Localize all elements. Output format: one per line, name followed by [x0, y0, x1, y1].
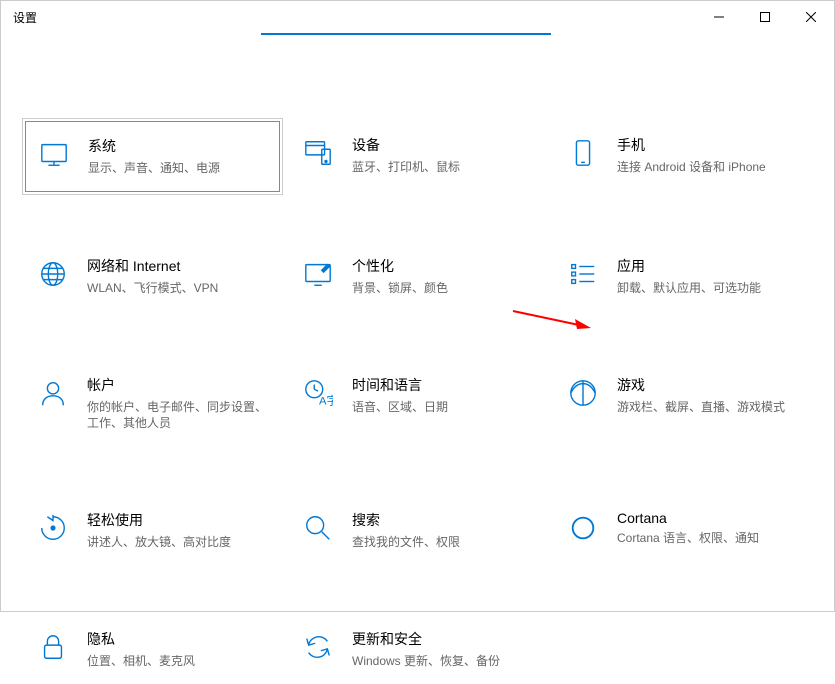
- category-privacy[interactable]: 隐私 位置、相机、麦克风: [25, 615, 280, 684]
- category-title: 轻松使用: [87, 510, 231, 530]
- category-title: 手机: [617, 135, 766, 155]
- category-desc: 查找我的文件、权限: [352, 534, 460, 551]
- category-title: 搜索: [352, 510, 460, 530]
- maximize-button[interactable]: [742, 1, 788, 33]
- category-accounts[interactable]: 帐户 你的帐户、电子邮件、同步设置、工作、其他人员: [25, 361, 280, 447]
- ease-of-access-icon: [37, 512, 69, 544]
- category-desc: 连接 Android 设备和 iPhone: [617, 159, 766, 176]
- category-time-language[interactable]: A字 时间和语言 语音、区域、日期: [290, 361, 545, 447]
- category-desc: 蓝牙、打印机、鼠标: [352, 159, 460, 176]
- category-grid: 系统 显示、声音、通知、电源 设备 蓝牙、打印机、鼠标 手机 连接 Androi…: [25, 121, 810, 684]
- category-title: 帐户: [87, 375, 268, 395]
- category-title: 隐私: [87, 629, 195, 649]
- privacy-icon: [37, 631, 69, 663]
- apps-icon: [567, 258, 599, 290]
- category-personalization[interactable]: 个性化 背景、锁屏、颜色: [290, 242, 545, 311]
- category-title: 网络和 Internet: [87, 256, 218, 276]
- category-title: 时间和语言: [352, 375, 448, 395]
- category-title: 更新和安全: [352, 629, 500, 649]
- category-desc: 你的帐户、电子邮件、同步设置、工作、其他人员: [87, 399, 268, 433]
- category-desc: 卸载、默认应用、可选功能: [617, 280, 761, 297]
- category-desc: 位置、相机、麦克风: [87, 653, 195, 670]
- category-devices[interactable]: 设备 蓝牙、打印机、鼠标: [290, 121, 545, 192]
- category-title: 系统: [88, 136, 220, 156]
- category-desc: Cortana 语言、权限、通知: [617, 530, 759, 547]
- category-search[interactable]: 搜索 查找我的文件、权限: [290, 496, 545, 565]
- system-icon: [38, 138, 70, 170]
- category-desc: 背景、锁屏、颜色: [352, 280, 448, 297]
- gaming-icon: [567, 377, 599, 409]
- category-update-security[interactable]: 更新和安全 Windows 更新、恢复、备份: [290, 615, 545, 684]
- phone-icon: [567, 137, 599, 169]
- cortana-icon: [567, 512, 599, 544]
- category-title: 应用: [617, 256, 761, 276]
- minimize-button[interactable]: [696, 1, 742, 33]
- search-icon: [302, 512, 334, 544]
- category-desc: 游戏栏、截屏、直播、游戏模式: [617, 399, 785, 416]
- category-apps[interactable]: 应用 卸载、默认应用、可选功能: [555, 242, 810, 311]
- time-language-icon: A字: [302, 377, 334, 409]
- devices-icon: [302, 137, 334, 169]
- category-desc: 讲述人、放大镜、高对比度: [87, 534, 231, 551]
- category-desc: WLAN、飞行模式、VPN: [87, 280, 218, 297]
- accounts-icon: [37, 377, 69, 409]
- svg-text:A字: A字: [319, 393, 333, 407]
- update-security-icon: [302, 631, 334, 663]
- titlebar: 设置: [1, 1, 834, 33]
- category-cortana[interactable]: Cortana Cortana 语言、权限、通知: [555, 496, 810, 565]
- category-gaming[interactable]: 游戏 游戏栏、截屏、直播、游戏模式: [555, 361, 810, 447]
- category-system[interactable]: 系统 显示、声音、通知、电源: [25, 121, 280, 192]
- category-title: 游戏: [617, 375, 785, 395]
- category-title: 设备: [352, 135, 460, 155]
- window-controls: [696, 1, 834, 33]
- category-phone[interactable]: 手机 连接 Android 设备和 iPhone: [555, 121, 810, 192]
- search-underline[interactable]: [261, 33, 551, 35]
- category-title: 个性化: [352, 256, 448, 276]
- category-title: Cortana: [617, 510, 759, 526]
- category-desc: 显示、声音、通知、电源: [88, 160, 220, 177]
- category-network[interactable]: 网络和 Internet WLAN、飞行模式、VPN: [25, 242, 280, 311]
- close-button[interactable]: [788, 1, 834, 33]
- window-title: 设置: [13, 9, 37, 26]
- category-desc: Windows 更新、恢复、备份: [352, 653, 500, 670]
- settings-home: 系统 显示、声音、通知、电源 设备 蓝牙、打印机、鼠标 手机 连接 Androi…: [1, 33, 834, 684]
- category-desc: 语音、区域、日期: [352, 399, 448, 416]
- category-ease-of-access[interactable]: 轻松使用 讲述人、放大镜、高对比度: [25, 496, 280, 565]
- personalization-icon: [302, 258, 334, 290]
- network-icon: [37, 258, 69, 290]
